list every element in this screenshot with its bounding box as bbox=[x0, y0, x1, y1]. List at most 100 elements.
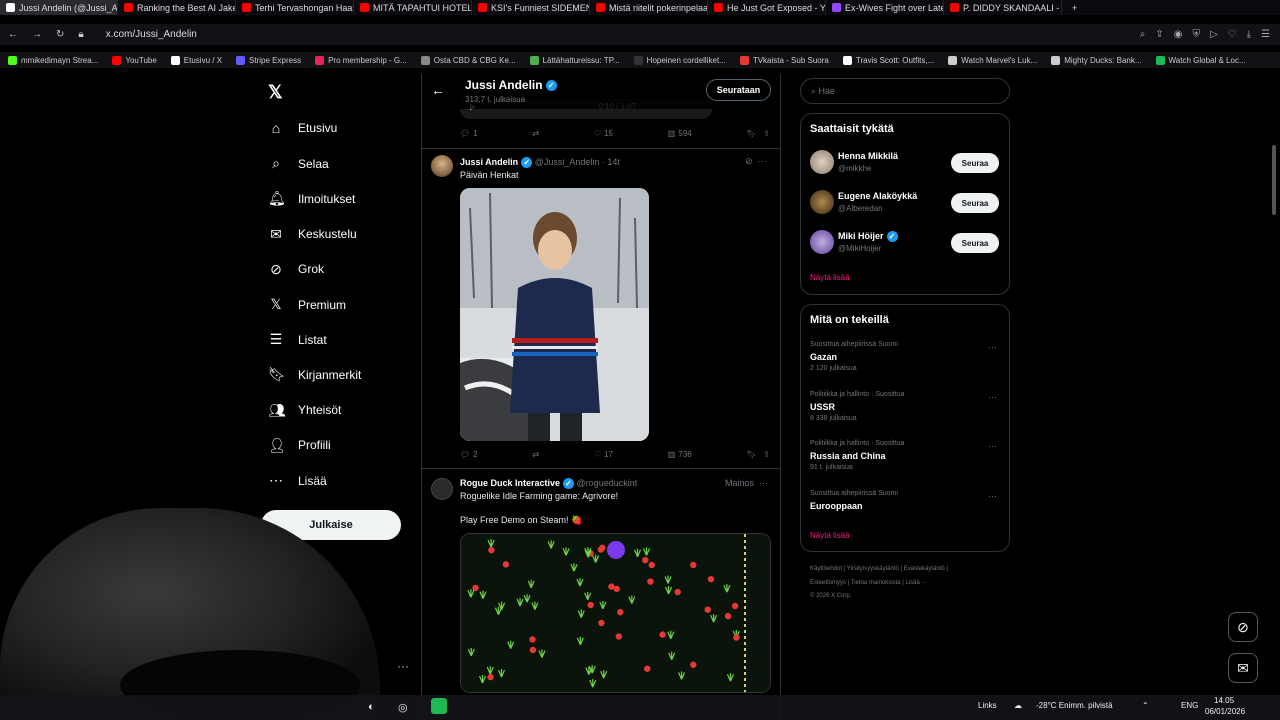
url-field[interactable]: x.com/Jussi_Andelin bbox=[106, 29, 197, 40]
bookmark-item[interactable]: YouTube bbox=[112, 55, 157, 65]
nav-item-more[interactable]: ⋯ Lisää bbox=[268, 472, 327, 489]
bookmark-item[interactable]: Travis Scott: Outfits,... bbox=[842, 55, 934, 65]
camera-icon[interactable]: ◉ bbox=[1174, 29, 1183, 40]
share-icon[interactable]: ⇪ bbox=[1155, 29, 1163, 40]
messages-fab-icon[interactable]: ✉ bbox=[1228, 653, 1258, 683]
search-input[interactable]: ⌕ Hae bbox=[800, 78, 1010, 104]
views-button[interactable]: ▥ 594 bbox=[668, 129, 692, 138]
avatar[interactable] bbox=[810, 230, 834, 254]
nav-item-profile[interactable]: 👤︎ Profiili bbox=[268, 437, 331, 454]
browser-tab[interactable]: KSI's Funniest SIDEMEN M bbox=[472, 0, 590, 15]
nav-item-lists[interactable]: ☰ Listat bbox=[268, 331, 327, 348]
menu-icon[interactable]: ☰ bbox=[1261, 29, 1270, 40]
footer-links[interactable]: Esteettömyys | Tietoa mainoksista | Lisä… bbox=[810, 580, 928, 586]
repost-button[interactable]: ⇄ bbox=[532, 450, 539, 459]
nav-item-notifications[interactable]: 🔔︎ Ilmoitukset bbox=[268, 190, 355, 207]
grok-fab-icon[interactable]: ⊘ bbox=[1228, 612, 1258, 642]
browser-tab[interactable]: P. DIDDY SKANDAALI - Pr bbox=[944, 0, 1062, 15]
bookmark-item[interactable]: Pro membership - G... bbox=[315, 55, 407, 65]
footer-links[interactable]: Käyttöehdot | Yksityisyyskäytäntö | Eväs… bbox=[810, 566, 948, 572]
forward-icon[interactable]: → bbox=[32, 29, 42, 40]
suggestion-name[interactable]: Henna Mikkilä bbox=[838, 151, 898, 161]
like-button[interactable]: ♡ 15 bbox=[594, 129, 613, 138]
trend-name[interactable]: Russia and China bbox=[810, 451, 886, 461]
app-icon[interactable]: ◎ bbox=[398, 701, 408, 714]
avatar[interactable] bbox=[810, 190, 834, 214]
app-icon[interactable] bbox=[431, 698, 447, 714]
back-arrow-icon[interactable]: ← bbox=[431, 82, 445, 98]
follow-button[interactable]: Seuraa bbox=[951, 193, 999, 213]
bookmark-icon[interactable]: 🔖︎ ⇪ bbox=[746, 450, 770, 459]
reload-icon[interactable]: ↻ bbox=[56, 29, 64, 40]
tweet-author[interactable]: Jussi Andelin ✓ @Jussi_Andelin · 14t bbox=[460, 157, 620, 169]
play-icon[interactable]: ▷ bbox=[1210, 29, 1218, 40]
ad-media[interactable] bbox=[460, 533, 771, 693]
more-options-icon[interactable]: ··· bbox=[988, 491, 997, 501]
browser-tab[interactable]: MITÄ TAPAHTUI HOTELLIS bbox=[354, 0, 472, 15]
like-button[interactable]: ♡ 17 bbox=[594, 450, 613, 459]
browser-tab[interactable]: Ranking the Best AI Jake P bbox=[118, 0, 236, 15]
links-toolbar[interactable]: Links bbox=[978, 701, 997, 710]
new-tab-icon[interactable]: + bbox=[1072, 3, 1077, 13]
bookmark-item[interactable]: Mighty Ducks: Bank... bbox=[1051, 55, 1142, 65]
trend-name[interactable]: USSR bbox=[810, 402, 835, 412]
bookmark-item[interactable]: Watch Global & Loc... bbox=[1155, 55, 1246, 65]
weather-text[interactable]: -28°C Enimm. pilvistä bbox=[1036, 701, 1113, 710]
shield-icon[interactable]: ⛨ bbox=[1192, 29, 1200, 40]
browser-tab[interactable]: Ex-Wives Fight over Late bbox=[826, 0, 944, 15]
nav-item-explore[interactable]: ⌕ Selaa bbox=[268, 155, 329, 172]
more-options-icon[interactable]: ··· bbox=[988, 392, 997, 402]
scrollbar[interactable] bbox=[1272, 145, 1276, 215]
trend-name[interactable]: Eurooppaan bbox=[810, 501, 863, 511]
account-menu-icon[interactable]: ··· bbox=[397, 659, 409, 673]
browser-tab[interactable]: Terhi Tervashongan Haast bbox=[236, 0, 354, 15]
follow-button[interactable]: Seuraa bbox=[951, 233, 999, 253]
avatar[interactable] bbox=[431, 155, 453, 177]
browser-tab[interactable]: Mistä riitelit pokerinpelaaj bbox=[590, 0, 708, 15]
tweet-photo[interactable] bbox=[460, 188, 649, 441]
bookmark-item[interactable]: Lättähattureissu: TP... bbox=[529, 55, 620, 65]
nav-item-premium[interactable]: 𝕏 Premium bbox=[268, 296, 346, 313]
more-options-icon[interactable]: ··· bbox=[988, 441, 997, 451]
back-icon[interactable]: ← bbox=[8, 29, 18, 40]
language[interactable]: ENG bbox=[1181, 701, 1198, 710]
bookmark-item[interactable]: Etusivu / X bbox=[170, 55, 222, 65]
nav-item-home[interactable]: ⌂ Etusivu bbox=[268, 120, 338, 136]
download-icon[interactable]: ⤓ bbox=[1247, 29, 1251, 40]
bookmark-item[interactable]: Stripe Express bbox=[236, 55, 301, 65]
suggestion-name[interactable]: Miki Höijer ✓ bbox=[838, 231, 898, 243]
bookmark-item[interactable]: Hopeinen cordelliket... bbox=[633, 55, 726, 65]
trend-name[interactable]: Gazan bbox=[810, 352, 837, 362]
show-more-link[interactable]: Näytä lisää bbox=[810, 531, 850, 540]
follow-button[interactable]: Seuraa bbox=[951, 153, 999, 173]
app-icon[interactable]: ◐ bbox=[368, 701, 375, 713]
x-logo-icon[interactable]: 𝕏 bbox=[268, 82, 283, 103]
more-options-icon[interactable]: ··· bbox=[988, 342, 997, 352]
show-more-link[interactable]: Näytä lisää bbox=[810, 273, 850, 282]
reply-button[interactable]: 💬︎ 2 bbox=[460, 450, 478, 459]
repost-button[interactable]: ⇄ bbox=[532, 129, 539, 138]
nav-item-messages[interactable]: ✉ Keskustelu bbox=[268, 226, 357, 243]
clock-date[interactable]: 06/01/2026 bbox=[1205, 707, 1245, 716]
nav-item-communities[interactable]: 👥︎ Yhteisöt bbox=[268, 402, 341, 419]
views-button[interactable]: ▥ 736 bbox=[668, 450, 692, 459]
following-button[interactable]: Seurataan bbox=[706, 79, 771, 101]
bookmark-icon[interactable]: 🔖︎ ⇪ bbox=[746, 129, 770, 138]
avatar[interactable] bbox=[810, 150, 834, 174]
heart-icon[interactable]: ♡ bbox=[1228, 29, 1237, 40]
bookmark-item[interactable]: TVkaista - Sub Suora bbox=[739, 55, 829, 65]
search-icon[interactable]: ⌕ bbox=[1140, 29, 1146, 40]
nav-item-bookmarks[interactable]: 🔖︎ Kirjanmerkit bbox=[268, 366, 361, 383]
suggestion-name[interactable]: Eugene Alaköykkä bbox=[838, 191, 917, 201]
nav-item-grok[interactable]: ⊘ Grok bbox=[268, 261, 324, 278]
browser-tab[interactable]: Jussi Andelin (@Jussi_Andelin) bbox=[0, 0, 118, 15]
bookmark-item[interactable]: Watch Marvel's Luk... bbox=[948, 55, 1037, 65]
tray-chevron-icon[interactable]: ⌃ bbox=[1142, 701, 1149, 710]
clock-time[interactable]: 14.05 bbox=[1214, 696, 1234, 705]
tweet-author[interactable]: Rogue Duck Interactive ✓ @rogueduckint bbox=[460, 478, 637, 490]
grok-icon[interactable]: ⊘ ··· bbox=[745, 156, 767, 167]
reply-button[interactable]: 💬︎ 1 bbox=[460, 129, 478, 138]
bookmark-item[interactable]: mmikedimayn Strea... bbox=[8, 55, 98, 65]
avatar[interactable] bbox=[431, 478, 453, 500]
browser-tab[interactable]: He Just Got Exposed - You bbox=[708, 0, 826, 15]
